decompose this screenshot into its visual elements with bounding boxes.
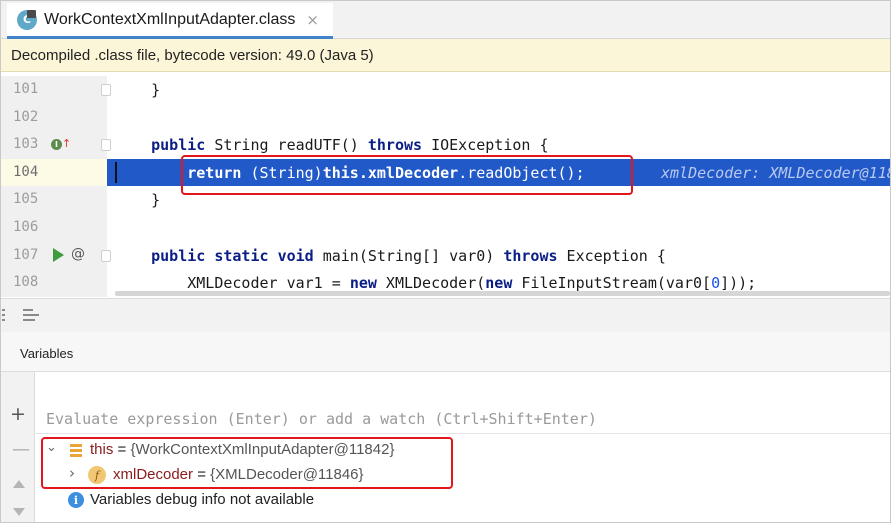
keyword: void (277, 246, 314, 265)
close-icon[interactable]: × (306, 11, 319, 29)
code-text: } (115, 81, 161, 99)
gutter: 108 (1, 269, 107, 297)
line-number: 104 (13, 163, 39, 180)
code-line[interactable]: 101 } (1, 76, 890, 104)
gutter: 101 (1, 76, 111, 104)
keyword: throws (503, 246, 558, 265)
variables-panel-header: Variables (1, 332, 890, 372)
keyword: throws (367, 136, 423, 155)
gutter: 106 (1, 214, 107, 242)
keyword: new (485, 274, 513, 293)
arrow-up-icon: ↑ (62, 137, 72, 151)
debug-toolbar (1, 298, 890, 332)
gutter: 105 (1, 186, 107, 214)
code-fragment: IOException { (422, 136, 549, 155)
editor-tab[interactable]: C WorkContextXmlInputAdapter.class × (7, 3, 333, 39)
code-text: public static void main(String[] var0) t… (115, 247, 666, 265)
implements-letter: I (51, 139, 62, 151)
implements-method-icon[interactable]: I ↑ (51, 137, 71, 152)
code-fragment: FileInputStream(var0[ (512, 274, 712, 293)
gutter: 102 (1, 103, 107, 132)
decompiled-banner: Decompiled .class file, bytecode version… (1, 39, 890, 72)
code-line[interactable]: 107 @ public static void main(String[] v… (1, 241, 890, 270)
gutter: 103 I ↑ (1, 131, 111, 159)
move-down-icon[interactable] (13, 508, 25, 516)
code-fragment: XMLDecoder( (376, 274, 486, 293)
variables-tree: ⌄ this = {WorkContextXmlInputAdapter@118… (36, 435, 890, 522)
number-literal: 0 (711, 274, 721, 293)
line-number: 107 (13, 246, 39, 263)
keyword: static (214, 246, 269, 265)
panel-title: Variables (20, 346, 74, 361)
banner-text: Decompiled .class file, bytecode version… (11, 46, 374, 64)
keyword: new (349, 274, 377, 293)
evaluate-expression-input[interactable] (46, 410, 876, 428)
layout-settings-icon[interactable] (23, 309, 39, 323)
line-number: 105 (13, 191, 39, 208)
line-number: 101 (13, 81, 39, 97)
horizontal-scrollbar[interactable] (115, 291, 890, 296)
gutter: 104 (1, 158, 107, 187)
code-line[interactable]: 102 (1, 103, 890, 132)
info-row: i Variables debug info not available (36, 488, 890, 513)
code-text: public String readUTF() throws IOExcepti… (115, 136, 549, 155)
code-text: XMLDecoder var1 = new XMLDecoder(new Fil… (115, 274, 756, 292)
info-text: Variables debug info not available (90, 491, 315, 508)
annotation-icon[interactable]: @ (71, 246, 85, 262)
editor-tab-bar: C WorkContextXmlInputAdapter.class × (1, 1, 890, 39)
line-number: 103 (13, 136, 39, 153)
move-up-icon[interactable] (13, 480, 25, 488)
code-fragment: String readUTF() (205, 136, 368, 155)
inline-debug-value: xmlDecoder: XMLDecoder@11846 (661, 163, 890, 182)
line-number: 108 (13, 274, 39, 291)
class-file-icon: C (17, 9, 37, 30)
tab-title: WorkContextXmlInputAdapter.class (44, 10, 296, 28)
code-fragment: XMLDecoder var1 = (187, 274, 350, 293)
code-text: } (115, 191, 161, 210)
gutter: 107 @ (1, 241, 111, 270)
annotation-box (41, 437, 453, 489)
code-fragment: ])); (720, 274, 757, 293)
fold-marker-icon[interactable] (101, 139, 111, 152)
run-icon[interactable] (53, 247, 64, 262)
line-number: 106 (13, 219, 39, 235)
add-watch-icon[interactable]: + (10, 403, 26, 425)
variables-sidebar: + — (1, 372, 35, 522)
fold-marker-icon[interactable] (101, 84, 111, 96)
annotation-box (181, 155, 633, 195)
lock-icon (27, 9, 36, 18)
remove-watch-icon[interactable]: — (12, 439, 30, 460)
watch-row (36, 404, 890, 434)
info-icon: i (68, 492, 84, 508)
line-number: 102 (13, 108, 39, 125)
fold-marker-icon[interactable] (101, 249, 111, 262)
code-fragment: Exception { (557, 246, 666, 265)
ide-window: C WorkContextXmlInputAdapter.class × Dec… (0, 0, 891, 523)
keyword: public (151, 246, 206, 265)
keyword: public (151, 136, 206, 155)
code-editor[interactable]: 101 } 102 103 I ↑ public String readUTF(… (1, 73, 890, 298)
drag-handle-icon[interactable] (2, 309, 6, 323)
code-fragment: main(String[] var0) (313, 246, 504, 265)
code-line[interactable]: 106 (1, 214, 890, 242)
